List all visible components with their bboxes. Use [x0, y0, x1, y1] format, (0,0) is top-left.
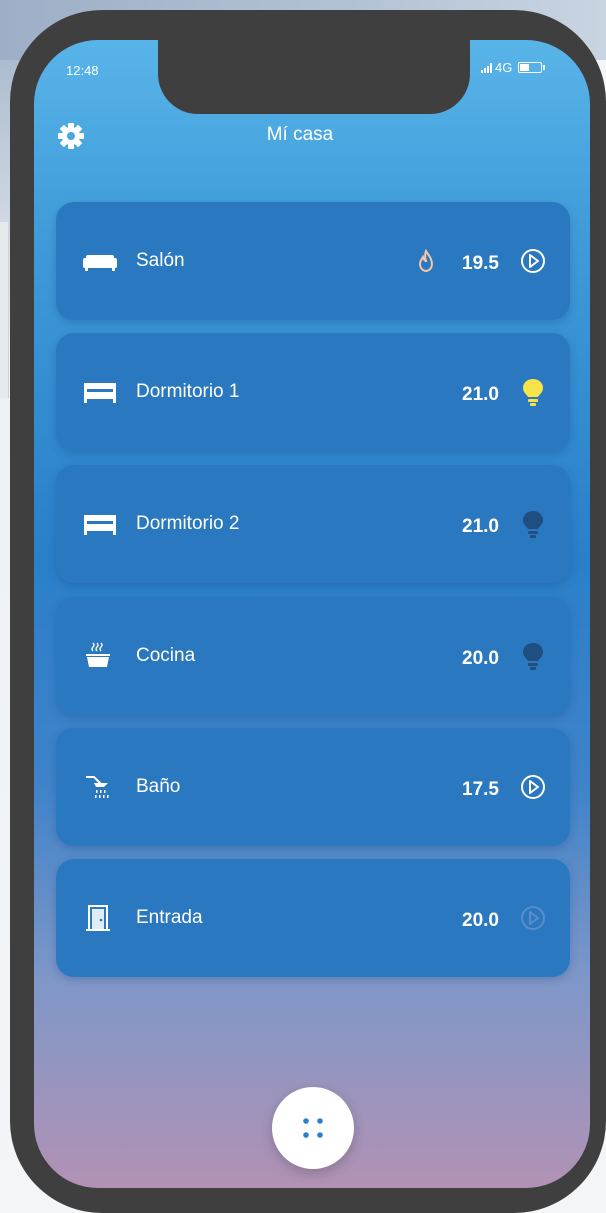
play-circle-icon[interactable] [518, 770, 548, 804]
bulb-on-icon[interactable] [518, 375, 548, 409]
bed-icon [82, 510, 118, 538]
dots-grid-icon [301, 1116, 325, 1140]
room-temperature: 20.0 [462, 910, 499, 931]
shower-icon [82, 773, 118, 801]
background-sidebar-strip [0, 222, 9, 398]
room-name: Salón [136, 250, 185, 271]
room-card-salon[interactable]: Salón 19.5 [56, 202, 570, 320]
room-name: Baño [136, 776, 181, 797]
room-name: Dormitorio 1 [136, 381, 240, 402]
pot-icon [82, 642, 118, 670]
room-temperature: 19.5 [462, 253, 499, 274]
sofa-icon [82, 247, 118, 275]
bulb-off-icon[interactable] [518, 507, 548, 541]
play-circle-icon[interactable] [518, 901, 548, 935]
room-card-dormitorio-1[interactable]: Dormitorio 1 21.0 [56, 333, 570, 451]
room-temperature: 20.0 [462, 648, 499, 669]
network-type: 4G [495, 60, 513, 75]
page-title: Mí casa [266, 124, 334, 145]
room-card-entrada[interactable]: Entrada 20.0 [56, 859, 570, 977]
room-temperature: 21.0 [462, 384, 499, 405]
status-time: 12:48 [66, 63, 99, 78]
signal-icon [481, 62, 492, 73]
room-temperature: 21.0 [462, 516, 499, 537]
phone-notch [158, 38, 470, 114]
status-indicators: 4G [481, 60, 546, 75]
room-card-dormitorio-2[interactable]: Dormitorio 2 21.0 [56, 465, 570, 583]
room-name: Entrada [136, 907, 203, 928]
door-icon [82, 904, 118, 932]
bulb-off-icon[interactable] [518, 639, 548, 673]
flame-icon [417, 248, 435, 273]
room-name: Cocina [136, 645, 196, 666]
battery-icon [518, 62, 546, 73]
gear-icon[interactable] [55, 120, 87, 152]
bed-icon [82, 378, 118, 406]
menu-fab-button[interactable] [272, 1087, 354, 1169]
room-temperature: 17.5 [462, 779, 499, 800]
play-circle-icon[interactable] [518, 244, 548, 278]
room-name: Dormitorio 2 [136, 513, 240, 534]
room-card-bano[interactable]: Baño 17.5 [56, 728, 570, 846]
room-card-cocina[interactable]: Cocina 20.0 [56, 597, 570, 715]
